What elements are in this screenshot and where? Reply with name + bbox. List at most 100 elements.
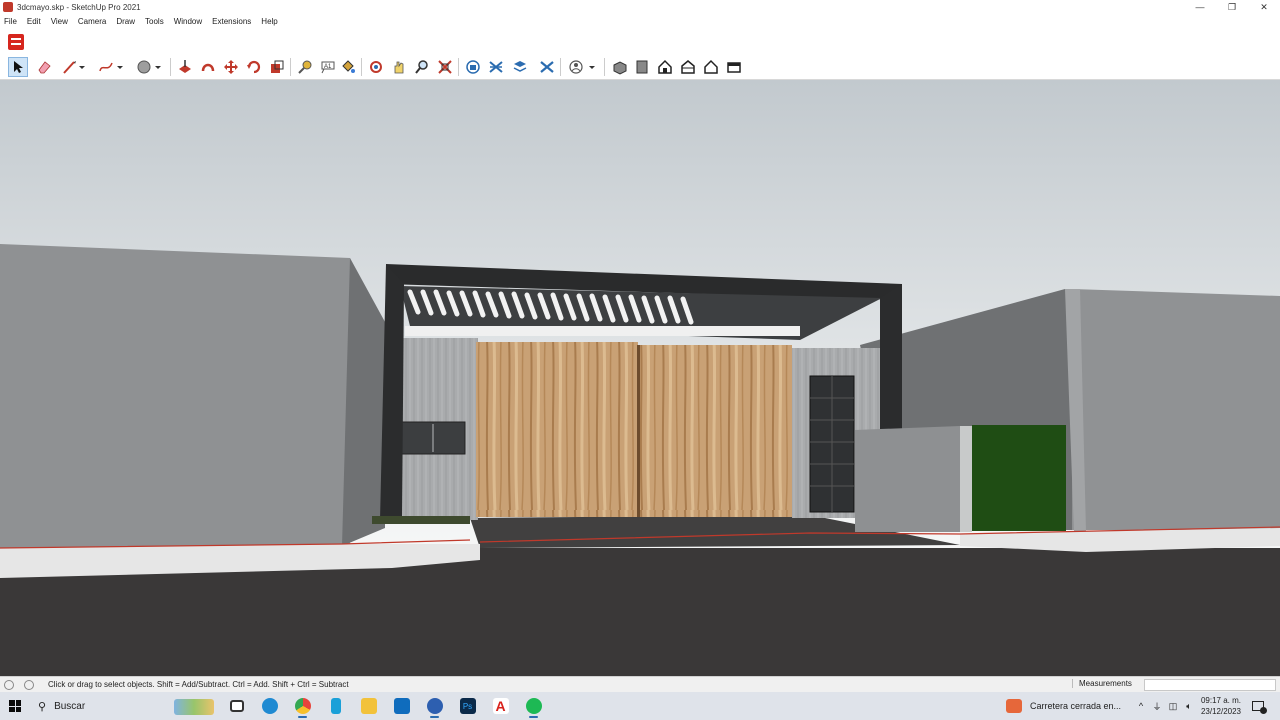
menu-view[interactable]: View xyxy=(51,17,68,26)
circle-tool-button[interactable] xyxy=(134,57,154,77)
eraser-tool-button[interactable] xyxy=(34,57,54,77)
taskbar-edge[interactable] xyxy=(253,692,286,720)
top-view-button[interactable] xyxy=(632,57,652,77)
geo-location-icon[interactable] xyxy=(4,679,14,690)
network-icon[interactable]: ◫ xyxy=(1166,699,1180,713)
restore-button[interactable]: ❐ xyxy=(1216,0,1248,14)
model-viewport[interactable] xyxy=(0,80,1280,676)
blue-app-icon xyxy=(330,698,341,714)
measurements-label: Measurements xyxy=(1072,679,1132,688)
notification-icon xyxy=(1252,701,1267,714)
push-pull-tool-button[interactable] xyxy=(175,57,195,77)
orbit-tool-button[interactable] xyxy=(366,57,386,77)
zoom-extents-tool-button[interactable] xyxy=(435,57,455,77)
volume-icon[interactable]: 🔈︎ xyxy=(1182,699,1196,713)
chevron-down-icon xyxy=(589,66,595,69)
zoom-tool-button[interactable] xyxy=(412,57,432,77)
menu-camera[interactable]: Camera xyxy=(78,17,106,26)
front-view-button[interactable] xyxy=(655,57,675,77)
svg-text:A1: A1 xyxy=(324,64,332,70)
line-tool-dropdown[interactable] xyxy=(76,57,88,77)
mailbox-divider xyxy=(432,424,434,452)
rotate-tool-button[interactable] xyxy=(244,57,264,77)
styles-dropdown[interactable] xyxy=(586,57,598,77)
chevron-down-icon xyxy=(79,66,85,69)
select-arrow-icon xyxy=(14,61,23,73)
back-view-button[interactable] xyxy=(701,57,721,77)
iso-view-icon xyxy=(613,61,627,75)
right-view-button[interactable] xyxy=(678,57,698,77)
freehand-tool-dropdown[interactable] xyxy=(114,57,126,77)
layout-button[interactable] xyxy=(510,57,530,77)
tape-measure-icon xyxy=(298,60,312,74)
menu-file[interactable]: File xyxy=(4,17,17,26)
taskbar-photoshop[interactable]: Ps xyxy=(451,692,484,720)
scale-tool-button[interactable] xyxy=(267,57,287,77)
circle-tool-dropdown[interactable] xyxy=(152,57,164,77)
left-boundary-wall xyxy=(0,244,350,548)
menu-window[interactable]: Window xyxy=(174,17,202,26)
taskbar-blue-app[interactable] xyxy=(319,692,352,720)
text-tool-button[interactable]: A1 xyxy=(318,57,338,77)
taskbar-chrome[interactable] xyxy=(286,692,319,720)
styles-button[interactable] xyxy=(566,57,586,77)
menu-tools[interactable]: Tools xyxy=(145,17,164,26)
close-button[interactable]: ✕ xyxy=(1248,0,1280,14)
pan-tool-button[interactable] xyxy=(389,57,409,77)
status-bar: Click or drag to select objects. Shift =… xyxy=(0,676,1280,692)
notification-center-button[interactable] xyxy=(1250,698,1267,714)
zoom-icon xyxy=(415,60,428,74)
orbit-icon xyxy=(370,61,382,73)
minimize-button[interactable]: — xyxy=(1184,0,1216,14)
left-view-button[interactable] xyxy=(724,57,744,77)
tape-measure-tool-button[interactable] xyxy=(295,57,315,77)
menu-draw[interactable]: Draw xyxy=(116,17,135,26)
toolbar-separator xyxy=(604,58,605,76)
extension-manager-button[interactable] xyxy=(537,57,557,77)
usb-icon[interactable]: ⏚ xyxy=(1150,699,1164,713)
taskbar-sketchup[interactable] xyxy=(418,692,451,720)
model-scene[interactable] xyxy=(0,80,1280,676)
move-tool-button[interactable] xyxy=(221,57,241,77)
paint-bucket-icon xyxy=(342,60,355,73)
taskbar-task-view[interactable] xyxy=(220,692,253,720)
menu-edit[interactable]: Edit xyxy=(27,17,41,26)
taskbar-file-explorer[interactable] xyxy=(352,692,385,720)
freehand-tool-button[interactable] xyxy=(96,57,116,77)
freehand-icon xyxy=(99,62,113,72)
back-view-icon xyxy=(704,59,718,74)
credits-info-icon[interactable] xyxy=(24,679,34,690)
taskbar-search[interactable]: ⚲ Buscar xyxy=(30,695,220,717)
news-text: Carretera cerrada en... xyxy=(1030,701,1122,711)
measurements-input[interactable] xyxy=(1144,679,1276,691)
extension-warehouse-button[interactable] xyxy=(486,57,506,77)
task-view-icon xyxy=(229,700,244,712)
sketchup-taskbar-icon xyxy=(426,698,443,714)
large-tool-set-button[interactable] xyxy=(6,32,26,52)
large-tool-set-icon xyxy=(8,34,24,50)
status-hint: Click or drag to select objects. Shift =… xyxy=(48,680,349,689)
chevron-up-icon[interactable]: ^ xyxy=(1134,699,1148,713)
taskbar-clock[interactable]: 09:17 a. m. 23/12/2023 xyxy=(1198,695,1244,717)
iso-view-button[interactable] xyxy=(610,57,630,77)
news-widget[interactable]: Carretera cerrada en... xyxy=(1006,692,1121,720)
taskbar-spotify[interactable] xyxy=(517,692,550,720)
paint-bucket-tool-button[interactable] xyxy=(338,57,358,77)
menu-help[interactable]: Help xyxy=(261,17,277,26)
start-button[interactable] xyxy=(0,692,30,720)
windows-logo-icon xyxy=(9,700,21,712)
right-boundary-wall xyxy=(1072,289,1280,530)
3d-warehouse-button[interactable] xyxy=(463,57,483,77)
spotify-icon xyxy=(525,698,542,714)
follow-me-tool-button[interactable] xyxy=(198,57,218,77)
gate-seam xyxy=(637,345,640,517)
menu-extensions[interactable]: Extensions xyxy=(212,17,251,26)
select-tool-button[interactable] xyxy=(8,57,28,77)
pergola-post-right xyxy=(880,284,902,430)
taskbar-mail[interactable] xyxy=(385,692,418,720)
extension-manager-icon xyxy=(540,61,554,73)
taskbar-acrobat[interactable]: A xyxy=(484,692,517,720)
window-controls: — ❐ ✕ xyxy=(1184,0,1280,14)
clock-time: 09:17 a. m. xyxy=(1200,696,1242,705)
text-icon: A1 xyxy=(321,61,335,74)
